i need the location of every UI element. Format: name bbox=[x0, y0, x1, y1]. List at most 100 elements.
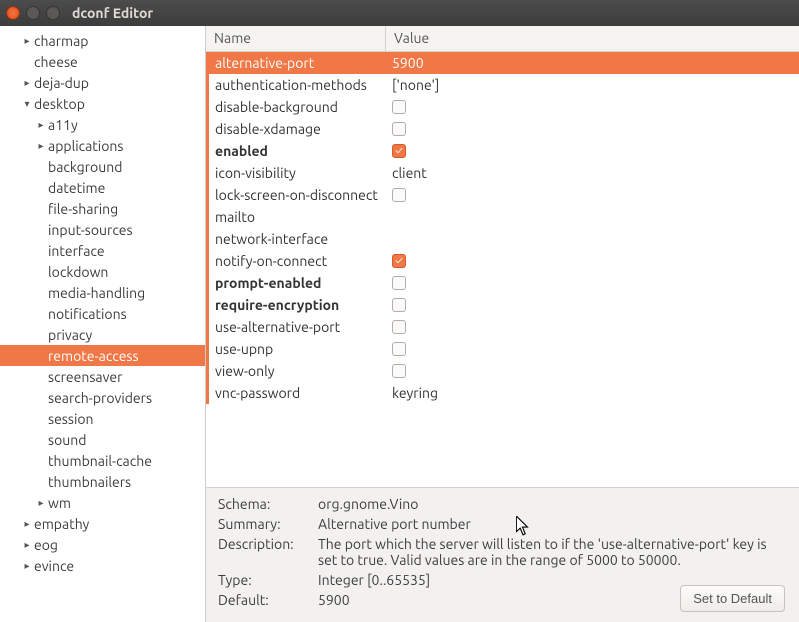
checkbox-icon[interactable] bbox=[392, 342, 406, 356]
tree-item-input-sources[interactable]: input-sources bbox=[0, 219, 205, 240]
setting-value[interactable]: keyring bbox=[386, 385, 799, 401]
setting-row-alternative-port[interactable]: alternative-port5900 bbox=[206, 52, 799, 74]
tree-item-label: evince bbox=[34, 558, 74, 574]
tree-item-background[interactable]: background bbox=[0, 156, 205, 177]
setting-name: disable-xdamage bbox=[209, 121, 386, 137]
tree-item-cheese[interactable]: cheese bbox=[0, 51, 205, 72]
tree-item-evince[interactable]: ▸evince bbox=[0, 555, 205, 576]
set-to-default-button[interactable]: Set to Default bbox=[680, 585, 785, 612]
collapsed-icon[interactable]: ▸ bbox=[36, 140, 46, 152]
setting-value[interactable] bbox=[386, 144, 799, 158]
checkbox-icon[interactable] bbox=[392, 254, 406, 268]
checkbox-icon[interactable] bbox=[392, 144, 406, 158]
close-icon[interactable] bbox=[6, 6, 20, 20]
setting-value[interactable] bbox=[386, 100, 799, 114]
setting-row-require-encryption[interactable]: require-encryption bbox=[206, 294, 799, 316]
setting-row-notify-on-connect[interactable]: notify-on-connect bbox=[206, 250, 799, 272]
setting-value[interactable] bbox=[386, 298, 799, 312]
setting-name: enabled bbox=[209, 143, 386, 159]
tree-item-label: desktop bbox=[34, 96, 85, 112]
setting-row-disable-xdamage[interactable]: disable-xdamage bbox=[206, 118, 799, 140]
column-header-value[interactable]: Value bbox=[386, 26, 799, 51]
column-header-name[interactable]: Name bbox=[206, 26, 386, 51]
tree-item-a11y[interactable]: ▸a11y bbox=[0, 114, 205, 135]
setting-row-use-upnp[interactable]: use-upnp bbox=[206, 338, 799, 360]
tree-item-screensaver[interactable]: screensaver bbox=[0, 366, 205, 387]
setting-row-network-interface[interactable]: network-interface bbox=[206, 228, 799, 250]
setting-row-lock-screen-on-disconnect[interactable]: lock-screen-on-disconnect bbox=[206, 184, 799, 206]
setting-row-icon-visibility[interactable]: icon-visibilityclient bbox=[206, 162, 799, 184]
setting-name: network-interface bbox=[209, 231, 386, 247]
checkbox-icon[interactable] bbox=[392, 276, 406, 290]
tree-item-eog[interactable]: ▸eog bbox=[0, 534, 205, 555]
setting-value[interactable] bbox=[386, 254, 799, 268]
tree-item-lockdown[interactable]: lockdown bbox=[0, 261, 205, 282]
tree-item-label: empathy bbox=[34, 516, 89, 532]
tree-item-privacy[interactable]: privacy bbox=[0, 324, 205, 345]
setting-row-authentication-methods[interactable]: authentication-methods['none'] bbox=[206, 74, 799, 96]
tree-item-remote-access[interactable]: remote-access bbox=[0, 345, 205, 366]
setting-value[interactable] bbox=[386, 342, 799, 356]
setting-row-disable-background[interactable]: disable-background bbox=[206, 96, 799, 118]
tree-item-empathy[interactable]: ▸empathy bbox=[0, 513, 205, 534]
checkbox-icon[interactable] bbox=[392, 100, 406, 114]
setting-value[interactable] bbox=[386, 188, 799, 202]
checkbox-icon[interactable] bbox=[392, 364, 406, 378]
tree-item-datetime[interactable]: datetime bbox=[0, 177, 205, 198]
collapsed-icon[interactable]: ▸ bbox=[22, 518, 32, 530]
setting-name: use-upnp bbox=[209, 341, 386, 357]
setting-value[interactable] bbox=[386, 364, 799, 378]
tree-item-interface[interactable]: interface bbox=[0, 240, 205, 261]
setting-value[interactable] bbox=[386, 320, 799, 334]
main-pane: Name Value alternative-port5900authentic… bbox=[206, 26, 799, 622]
tree-item-session[interactable]: session bbox=[0, 408, 205, 429]
expanded-icon[interactable]: ▾ bbox=[22, 98, 32, 110]
tree-item-applications[interactable]: ▸applications bbox=[0, 135, 205, 156]
maximize-icon[interactable] bbox=[46, 6, 60, 20]
setting-row-prompt-enabled[interactable]: prompt-enabled bbox=[206, 272, 799, 294]
checkbox-icon[interactable] bbox=[392, 122, 406, 136]
setting-row-vnc-password[interactable]: vnc-passwordkeyring bbox=[206, 382, 799, 404]
tree-item-label: thumbnail-cache bbox=[48, 453, 152, 469]
tree-item-sound[interactable]: sound bbox=[0, 429, 205, 450]
collapsed-icon[interactable]: ▸ bbox=[36, 497, 46, 509]
details-label-description: Description: bbox=[218, 536, 318, 568]
collapsed-icon[interactable]: ▸ bbox=[22, 539, 32, 551]
tree-item-label: privacy bbox=[48, 327, 92, 343]
checkbox-icon[interactable] bbox=[392, 320, 406, 334]
setting-row-view-only[interactable]: view-only bbox=[206, 360, 799, 382]
setting-name: disable-background bbox=[209, 99, 386, 115]
tree-item-deja-dup[interactable]: ▸deja-dup bbox=[0, 72, 205, 93]
tree-item-search-providers[interactable]: search-providers bbox=[0, 387, 205, 408]
setting-row-mailto[interactable]: mailto bbox=[206, 206, 799, 228]
tree-item-thumbnail-cache[interactable]: thumbnail-cache bbox=[0, 450, 205, 471]
tree-item-desktop[interactable]: ▾desktop bbox=[0, 93, 205, 114]
setting-row-use-alternative-port[interactable]: use-alternative-port bbox=[206, 316, 799, 338]
tree-item-label: background bbox=[48, 159, 122, 175]
details-label-default: Default: bbox=[218, 592, 318, 608]
tree-item-wm[interactable]: ▸wm bbox=[0, 492, 205, 513]
collapsed-icon[interactable]: ▸ bbox=[22, 560, 32, 572]
tree-item-charmap[interactable]: ▸charmap bbox=[0, 30, 205, 51]
setting-value[interactable]: ['none'] bbox=[386, 77, 799, 93]
setting-value[interactable]: 5900 bbox=[386, 55, 799, 71]
setting-value[interactable] bbox=[386, 276, 799, 290]
settings-list[interactable]: Name Value alternative-port5900authentic… bbox=[206, 26, 799, 488]
setting-value[interactable] bbox=[386, 122, 799, 136]
tree-item-media-handling[interactable]: media-handling bbox=[0, 282, 205, 303]
minimize-icon[interactable] bbox=[26, 6, 40, 20]
tree-item-thumbnailers[interactable]: thumbnailers bbox=[0, 471, 205, 492]
collapsed-icon[interactable]: ▸ bbox=[22, 35, 32, 47]
collapsed-icon[interactable]: ▸ bbox=[22, 77, 32, 89]
checkbox-icon[interactable] bbox=[392, 188, 406, 202]
list-header: Name Value bbox=[206, 26, 799, 52]
setting-row-enabled[interactable]: enabled bbox=[206, 140, 799, 162]
content: ▸charmapcheese▸deja-dup▾desktop▸a11y▸app… bbox=[0, 26, 799, 622]
tree-item-file-sharing[interactable]: file-sharing bbox=[0, 198, 205, 219]
checkbox-icon[interactable] bbox=[392, 298, 406, 312]
schema-tree[interactable]: ▸charmapcheese▸deja-dup▾desktop▸a11y▸app… bbox=[0, 26, 206, 622]
tree-item-label: input-sources bbox=[48, 222, 133, 238]
tree-item-notifications[interactable]: notifications bbox=[0, 303, 205, 324]
collapsed-icon[interactable]: ▸ bbox=[36, 119, 46, 131]
setting-value[interactable]: client bbox=[386, 165, 799, 181]
